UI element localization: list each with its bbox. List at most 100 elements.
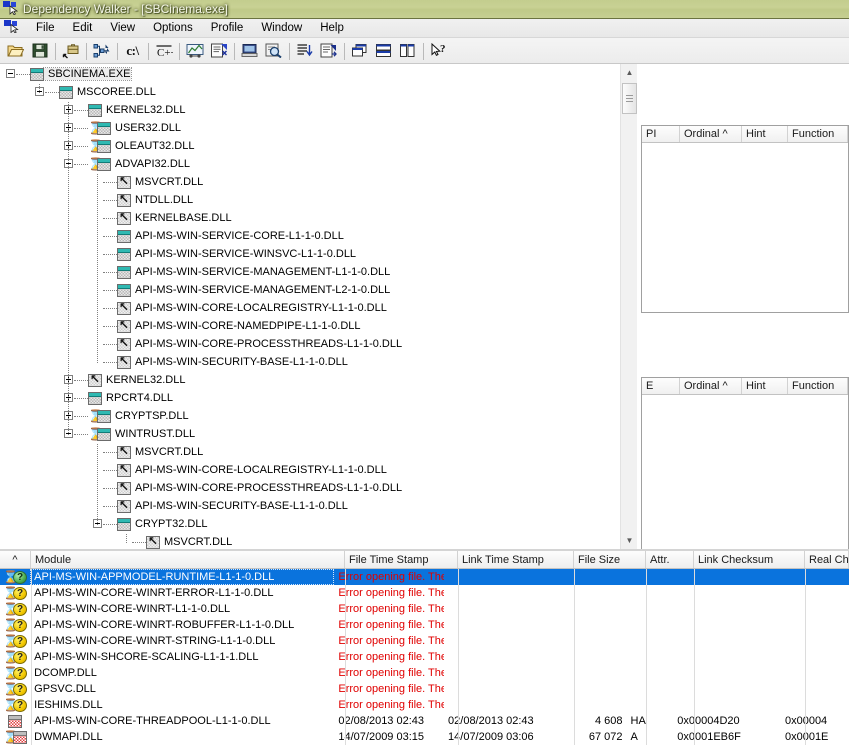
tree-node[interactable]: WINTRUST.DLL [0, 426, 195, 442]
open-file-button[interactable] [4, 40, 27, 62]
table-row[interactable]: DWMAPI.DLL 14/07/2009 03:15 14/07/2009 03:… [0, 729, 849, 745]
hourglass-icon [3, 587, 12, 600]
module-dependency-tree[interactable]: SBCINEMA.EXE MSCOREE.DLL KERNEL32.DLL USER3… [0, 64, 620, 549]
menu-options[interactable]: Options [144, 20, 202, 37]
tree-node[interactable]: API-MS-WIN-SECURITY-BASE-L1-1-0.DLL [0, 354, 348, 370]
file-time-stamp: Error opening file. The system cannot fi… [338, 667, 445, 679]
module-name: GPSVC.DLL [34, 683, 96, 695]
menu-help[interactable]: Help [311, 20, 353, 37]
tree-node[interactable]: API-MS-WIN-CORE-PROCESSTHREADS-L1-1-0.DL… [0, 480, 402, 496]
collapse-node-button[interactable] [6, 69, 15, 78]
tile-vertical-button[interactable] [396, 40, 419, 62]
column-header-file-size[interactable]: File Size [574, 551, 646, 568]
tree-node[interactable]: API-MS-WIN-CORE-PROCESSTHREADS-L1-1-0.DL… [0, 336, 402, 352]
save-button[interactable] [28, 40, 51, 62]
table-row[interactable]: API-MS-WIN-CORE-WINRT-ERROR-L1-1-0.DLL Er… [0, 585, 849, 601]
tree-node[interactable]: CRYPTSP.DLL [0, 408, 189, 424]
column-header-function[interactable]: Function [788, 378, 848, 394]
duplicate-module-icon [117, 174, 131, 189]
module-list-pane[interactable]: ^ Module File Time Stamp Link Time Stamp… [0, 549, 849, 745]
column-header-link-time-stamp[interactable]: Link Time Stamp [458, 551, 574, 568]
table-row[interactable]: API-MS-WIN-CORE-THREADPOOL-L1-1-0.DLL 02/… [0, 713, 849, 729]
file-time-stamp: 02/08/2013 02:43 [338, 715, 425, 727]
table-row[interactable]: API-MS-WIN-SHCORE-SCALING-L1-1-1.DLL Erro… [0, 649, 849, 665]
scroll-up-arrow-icon[interactable]: ▲ [621, 64, 638, 81]
column-header-pi[interactable]: PI [642, 126, 680, 142]
cascade-windows-button[interactable] [348, 40, 371, 62]
view-full-paths-button[interactable] [59, 40, 82, 62]
tree-node[interactable]: KERNEL32.DLL [0, 372, 186, 388]
column-header-function[interactable]: Function [788, 126, 848, 142]
tree-node[interactable]: ADVAPI32.DLL [0, 156, 190, 172]
row-status-icons [0, 617, 30, 633]
column-header-attr[interactable]: Attr. [646, 551, 694, 568]
duplicate-module-icon [117, 498, 131, 513]
column-header-hint[interactable]: Hint [742, 126, 788, 142]
table-row[interactable]: API-MS-WIN-CORE-WINRT-STRING-L1-1-0.DLL E… [0, 633, 849, 649]
column-header-hint[interactable]: Hint [742, 378, 788, 394]
column-header-ordinal[interactable]: Ordinal ^ [680, 378, 742, 394]
tree-node[interactable]: MSVCRT.DLL [0, 534, 232, 549]
question-mark-yellow-icon [13, 682, 28, 696]
column-header-real-checksum[interactable]: Real Chec [805, 551, 849, 568]
tree-node[interactable]: USER32.DLL [0, 120, 181, 136]
menu-edit[interactable]: Edit [64, 20, 102, 37]
tree-node[interactable]: API-MS-WIN-SERVICE-MANAGEMENT-L1-1-0.DLL [0, 264, 390, 280]
tree-node[interactable]: API-MS-WIN-SERVICE-CORE-L1-1-0.DLL [0, 228, 344, 244]
tile-horizontal-button[interactable] [372, 40, 395, 62]
column-header-file-time-stamp[interactable]: File Time Stamp [345, 551, 458, 568]
expand-all-button[interactable] [90, 40, 113, 62]
module-icon [59, 85, 73, 99]
exports-pane[interactable]: E Ordinal ^ Hint Function [641, 377, 849, 565]
start-profiling-button[interactable] [183, 40, 206, 62]
tree-connector-line [74, 434, 88, 435]
help-context-button[interactable]: ? [427, 40, 450, 62]
tree-node[interactable]: MSCOREE.DLL [0, 84, 156, 100]
menu-window[interactable]: Window [252, 20, 311, 37]
table-row[interactable]: IESHIMS.DLL Error opening file. The syste… [0, 697, 849, 713]
table-row[interactable]: DCOMP.DLL Error opening file. The system … [0, 665, 849, 681]
tree-node[interactable]: MSVCRT.DLL [0, 444, 203, 460]
table-row[interactable]: API-MS-WIN-CORE-WINRT-L1-1-0.DLL Error op… [0, 601, 849, 617]
menu-file[interactable]: File [27, 20, 64, 37]
full-paths-toggle-button[interactable] [317, 40, 340, 62]
tree-node[interactable]: API-MS-WIN-CORE-LOCALREGISTRY-L1-1-0.DLL [0, 300, 387, 316]
window-titlebar[interactable]: Dependency Walker - [SBCinema.exe] [0, 0, 849, 19]
tree-vertical-scrollbar[interactable]: ▲ ▼ [620, 64, 637, 549]
attributes [627, 665, 674, 681]
tree-node[interactable]: API-MS-WIN-CORE-NAMEDPIPE-L1-1-0.DLL [0, 318, 361, 334]
document-window-icon[interactable] [4, 20, 19, 36]
column-header-module[interactable]: Module [31, 551, 345, 568]
tree-node[interactable]: KERNEL32.DLL [0, 102, 186, 118]
column-header-e[interactable]: E [642, 378, 680, 394]
tree-node[interactable]: API-MS-WIN-SECURITY-BASE-L1-1-0.DLL [0, 498, 348, 514]
column-header-ordinal[interactable]: Ordinal ^ [680, 126, 742, 142]
column-header-link-checksum[interactable]: Link Checksum [694, 551, 805, 568]
tree-node[interactable]: MSVCRT.DLL [0, 174, 203, 190]
menu-profile[interactable]: Profile [202, 20, 253, 37]
scrollbar-thumb[interactable] [622, 83, 637, 114]
parent-imports-pane[interactable]: PI Ordinal ^ Hint Function [641, 125, 849, 313]
view-cpp-button[interactable]: C++ [152, 40, 175, 62]
table-row[interactable]: API-MS-WIN-APPMODEL-RUNTIME-L1-1-0.DLLEr… [0, 569, 849, 585]
link-checksum [673, 601, 781, 617]
auto-expand-button[interactable] [293, 40, 316, 62]
tree-node[interactable]: API-MS-WIN-SERVICE-WINSVC-L1-1-0.DLL [0, 246, 356, 262]
system-info-button[interactable] [238, 40, 261, 62]
table-row[interactable]: API-MS-WIN-CORE-WINRT-ROBUFFER-L1-1-0.DL… [0, 617, 849, 633]
table-row[interactable]: GPSVC.DLL Error opening file. The system … [0, 681, 849, 697]
tree-node[interactable]: API-MS-WIN-CORE-LOCALREGISTRY-L1-1-0.DLL [0, 462, 387, 478]
scroll-down-arrow-icon[interactable]: ▼ [621, 532, 638, 549]
toolbar-separator [145, 42, 152, 60]
menu-view[interactable]: View [101, 20, 144, 37]
tree-node[interactable]: OLEAUT32.DLL [0, 138, 194, 154]
configure-module-search-button[interactable] [207, 40, 230, 62]
column-header-sort[interactable]: ^ [0, 551, 31, 568]
tree-node[interactable]: API-MS-WIN-SERVICE-MANAGEMENT-L2-1-0.DLL [0, 282, 390, 298]
undecorate-c-function-button[interactable]: c:\ [121, 40, 144, 62]
module-name: API-MS-WIN-CORE-WINRT-STRING-L1-1-0.DLL [34, 635, 276, 647]
search-button[interactable] [262, 40, 285, 62]
